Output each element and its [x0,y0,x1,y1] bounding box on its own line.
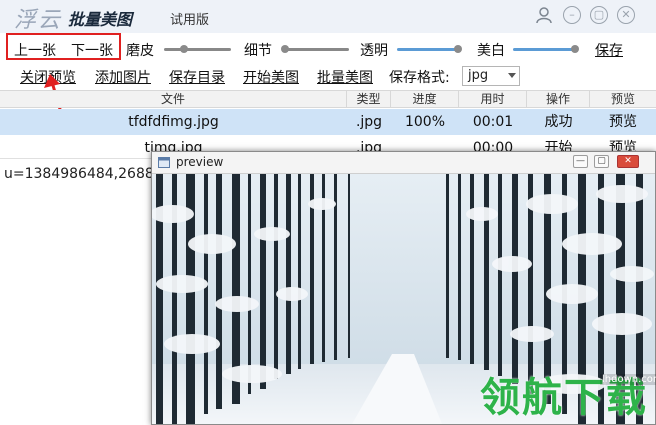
save-button[interactable]: 保存 [595,40,623,60]
column-header-time[interactable]: 用时 [459,91,527,108]
cell-file: tfdfdfimg.jpg [128,114,219,130]
column-header-type[interactable]: 类型 [347,91,391,108]
detail-slider-handle[interactable] [281,45,289,53]
detail-slider[interactable] [281,45,349,53]
smooth-slider[interactable] [164,45,231,53]
table-header: 文件 类型 进度 用时 操作 预览 [0,90,656,108]
cell-type: .jpg [355,114,383,130]
chevron-down-icon [508,73,516,78]
transparency-label: 透明 [360,43,388,59]
left-panel-text: u=1384986484,2688 [4,166,154,182]
add-image-button[interactable]: 添加图片 [95,67,151,87]
preview-maximize-icon[interactable]: ▢ [594,155,609,168]
column-header-preview[interactable]: 预览 [590,91,656,108]
title-bar: 浮云 批量美图 试用版 – ▢ ✕ [0,0,656,33]
whiten-slider-handle[interactable] [571,45,579,53]
user-icon[interactable] [535,6,553,24]
left-panel-divider [0,158,152,159]
cell-preview[interactable]: 预览 [590,109,656,135]
transparency-slider-handle[interactable] [454,45,462,53]
detail-label: 细节 [244,43,272,59]
preview-title-bar[interactable]: preview — ▢ ✕ [152,152,655,174]
cell-progress: 100% [404,114,446,130]
smooth-slider-handle[interactable] [180,45,188,53]
whiten-label: 美白 [477,43,505,59]
maximize-icon[interactable]: ▢ [590,6,608,24]
batch-beautify-button[interactable]: 批量美图 [317,67,373,87]
transparency-slider[interactable] [397,45,462,53]
save-directory-button[interactable]: 保存目录 [169,67,225,87]
column-header-progress[interactable]: 进度 [391,91,459,108]
preview-close-icon[interactable]: ✕ [617,155,639,168]
app-logo: 浮云 [14,8,63,33]
next-image-button[interactable]: 下一张 [71,40,113,60]
preview-minimize-icon[interactable]: — [573,155,588,168]
whiten-slider[interactable] [513,45,579,53]
start-beautify-button[interactable]: 开始美图 [243,67,299,87]
table-row[interactable]: tfdfdfimg.jpg .jpg 100% 00:01 成功 预览 [0,109,656,135]
save-format-label: 保存格式: [389,70,450,86]
close-icon[interactable]: ✕ [617,6,635,24]
save-format-select[interactable]: jpg [462,66,520,86]
watermark-url: lhdown.com [600,374,656,385]
prev-image-button[interactable]: 上一张 [14,40,56,60]
app-title: 批量美图 [68,10,133,29]
smooth-label: 磨皮 [126,43,154,59]
preview-title: preview [176,155,224,169]
column-header-action[interactable]: 操作 [527,91,590,108]
edition-label: 试用版 [170,13,210,28]
minimize-icon[interactable]: – [563,6,581,24]
save-format-value: jpg [468,68,489,83]
cell-time: 00:01 [472,114,514,130]
window-app-icon [158,157,170,168]
column-header-file[interactable]: 文件 [0,91,347,108]
cell-action[interactable]: 成功 [527,109,590,135]
